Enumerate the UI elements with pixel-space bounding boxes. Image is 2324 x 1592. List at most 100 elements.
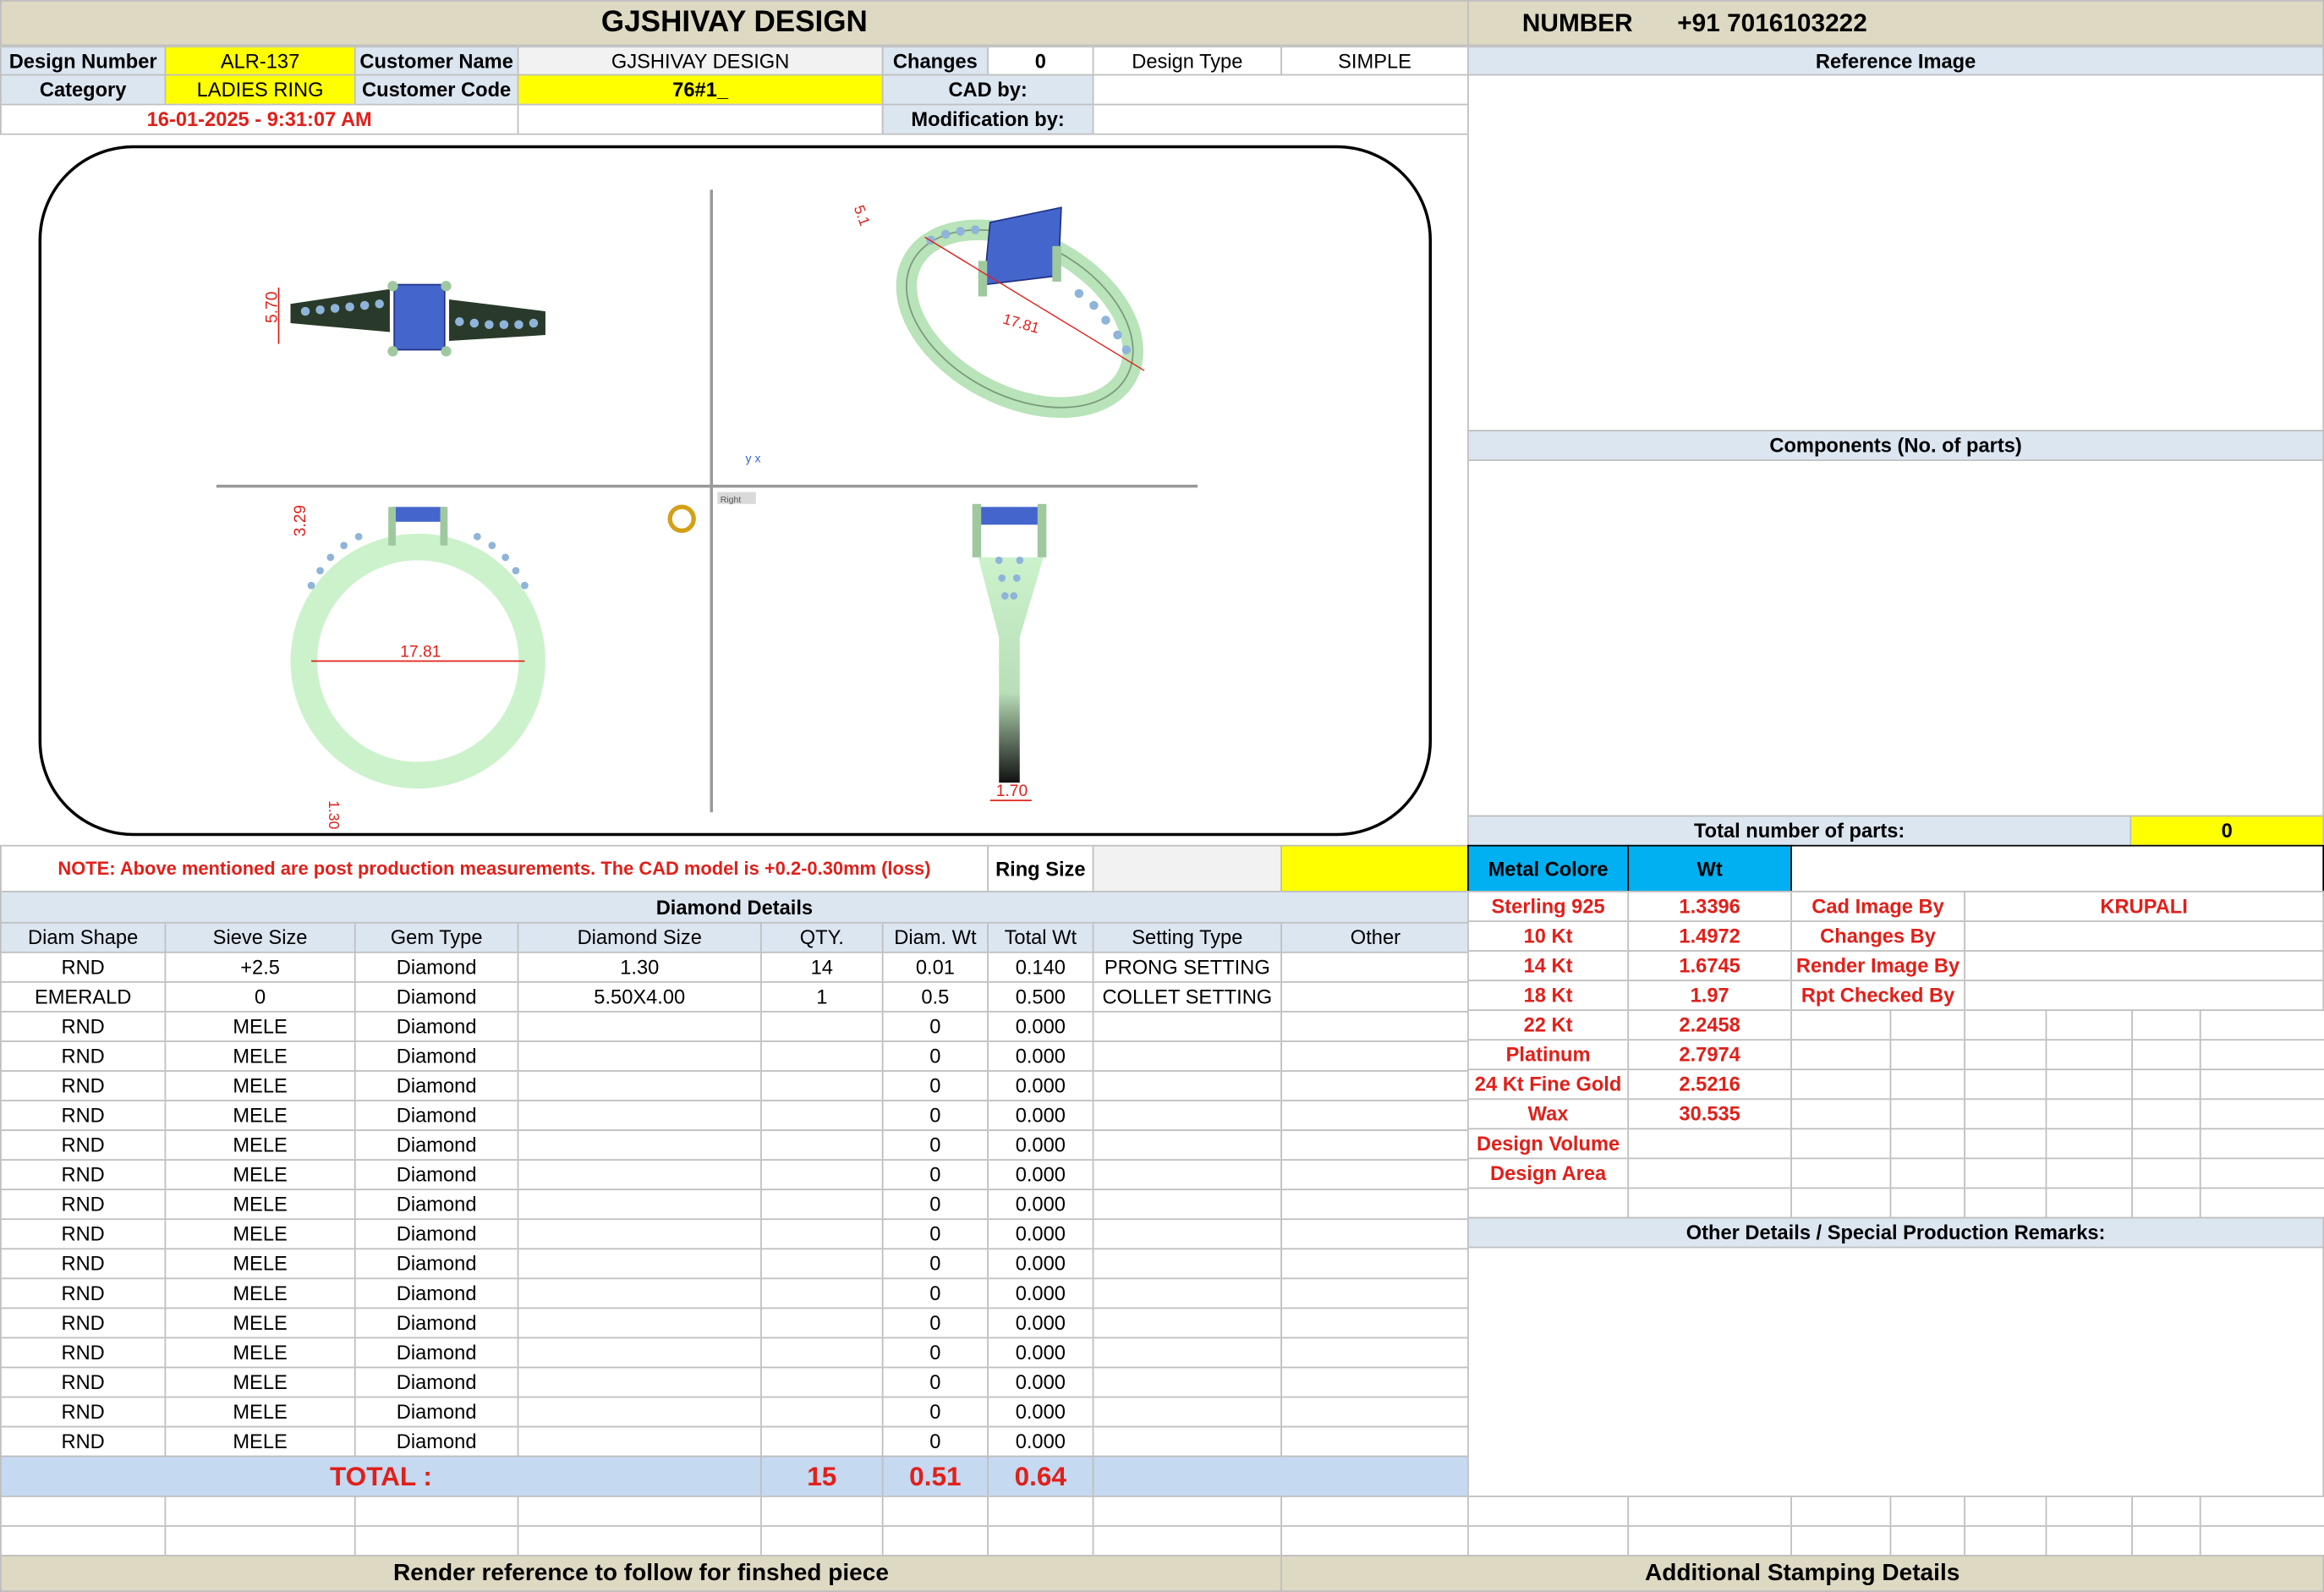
- grid-cell: [1889, 1068, 1965, 1101]
- diamond-cell: 0: [164, 981, 356, 1013]
- diamond-cell: [760, 1277, 884, 1309]
- diamond-cell: 0.000: [987, 1396, 1094, 1428]
- total-parts: 0: [2129, 815, 2324, 847]
- changes-count: 0: [987, 46, 1094, 76]
- blank-cell: [881, 1496, 989, 1527]
- diamond-cell: [517, 1337, 762, 1369]
- ring-size-highlight: [1280, 844, 1469, 892]
- blank-cell: [1280, 1525, 1471, 1556]
- diamond-cell: Diamond: [354, 1040, 519, 1072]
- diamond-cell: Diamond: [354, 1129, 519, 1161]
- category: LADIES RING: [164, 74, 356, 106]
- diamond-cell: RND: [0, 1189, 167, 1221]
- total-qty: 15: [760, 1455, 884, 1499]
- blank-cell: [0, 1496, 167, 1527]
- grid-cell: [1964, 1157, 2047, 1189]
- changes-label: Changes: [881, 46, 989, 76]
- grid-cell: [2131, 1098, 2201, 1130]
- grid-cell: [2131, 1009, 2201, 1041]
- total-parts-label: Total number of parts:: [1467, 815, 2132, 847]
- number-value: +91 7016103222: [1677, 8, 1867, 36]
- grid-cell: [1790, 1068, 1892, 1101]
- diamond-cell: [1280, 1129, 1471, 1161]
- diamond-cell: Diamond: [354, 1277, 519, 1309]
- diamond-cell: Diamond: [354, 1011, 519, 1042]
- diamond-cell: 0.000: [987, 1011, 1094, 1042]
- diamond-cell: [1280, 1159, 1471, 1191]
- blank-cell: [1627, 1496, 1792, 1527]
- diamond-cell: [517, 1366, 762, 1398]
- blank-cell: [1092, 1496, 1282, 1527]
- metal-name: 18 Kt: [1467, 980, 1630, 1012]
- diamond-cell: [760, 1100, 884, 1132]
- dim-front-band: 1.30: [326, 800, 343, 829]
- diamond-cell: MELE: [164, 1100, 356, 1132]
- stamping-footer: Additional Stamping Details: [1280, 1555, 2324, 1592]
- diamond-cell: RND: [0, 1307, 167, 1339]
- customer-name-label: Customer Name: [354, 46, 519, 76]
- diamond-cell: Diamond: [354, 1337, 519, 1369]
- diamond-cell: [760, 1189, 884, 1221]
- blank-cell: [1964, 1525, 2047, 1556]
- diamond-cell: [1280, 951, 1471, 983]
- diamond-cell: 0.000: [987, 1040, 1094, 1072]
- metal-weight: [1627, 1128, 1792, 1160]
- blank-cell: [2199, 1525, 2324, 1556]
- diamond-cell: [1092, 1100, 1282, 1132]
- diamond-cell: MELE: [164, 1011, 356, 1042]
- diamond-cell: 5.50X4.00: [517, 981, 762, 1013]
- diamond-cell: [1092, 1337, 1282, 1369]
- metal-name: Design Volume: [1467, 1128, 1630, 1160]
- date-time: 16-01-2025 - 9:31:07 AM: [0, 103, 519, 135]
- diamond-cell: 0: [881, 1040, 989, 1072]
- grid-cell: [2199, 1068, 2324, 1101]
- diamond-cell: 0: [881, 1425, 989, 1458]
- metal-name: 10 Kt: [1467, 920, 1630, 952]
- diamond-cell: RND: [0, 951, 167, 983]
- blank-cell: [2045, 1525, 2133, 1556]
- diamond-cell: 0.000: [987, 1070, 1094, 1101]
- grid-cell: [2199, 1009, 2324, 1041]
- diamond-cell: 0: [881, 1396, 989, 1428]
- diamond-cell: Diamond: [354, 1100, 519, 1132]
- diamond-cell: [1092, 1040, 1282, 1072]
- front-view: 17.81 3.29 1.30 Right: [290, 491, 756, 830]
- design-number-label: Design Number: [0, 46, 167, 76]
- diamond-cell: [517, 1396, 762, 1428]
- grid-cell: [1889, 1039, 1965, 1071]
- diamond-cell: [760, 1011, 884, 1042]
- diamond-cell: 0.000: [987, 1366, 1094, 1398]
- diamond-cell: 0.000: [987, 1159, 1094, 1191]
- other-details-header: Other Details / Special Production Remar…: [1467, 1216, 2324, 1249]
- diamond-cell: EMERALD: [0, 981, 167, 1013]
- ring-size-value: [1092, 844, 1282, 892]
- staff-label: Cad Image By: [1790, 891, 1965, 922]
- diamond-cell: MELE: [164, 1129, 356, 1161]
- diamond-cell: Diamond: [354, 1070, 519, 1101]
- diamond-cell: MELE: [164, 1070, 356, 1101]
- grid-cell: [2045, 1068, 2133, 1101]
- blank-cell: [987, 1525, 1094, 1556]
- diamond-col-header: QTY.: [760, 921, 884, 953]
- diamond-cell: Diamond: [354, 1396, 519, 1428]
- diamond-cell: [760, 1218, 884, 1250]
- staff-value: [1964, 950, 2324, 982]
- metal-header-blank: [1790, 844, 2324, 892]
- diamond-cell: Diamond: [354, 1189, 519, 1221]
- metal-weight: 1.3396: [1627, 891, 1792, 922]
- metal-name: Design Area: [1467, 1157, 1630, 1189]
- diamond-cell: [1092, 1129, 1282, 1161]
- diamond-cell: RND: [0, 1366, 167, 1398]
- blank-cell: [2131, 1525, 2201, 1556]
- reference-image-header: Reference Image: [1467, 46, 2324, 76]
- grid-cell: [2045, 1187, 2133, 1219]
- reference-image-area: [1467, 74, 2324, 431]
- diamond-cell: MELE: [164, 1159, 356, 1191]
- diamond-cell: 1.30: [517, 951, 762, 983]
- metal-blank: [1627, 1187, 1792, 1219]
- diamond-col-header: Total Wt: [987, 921, 1094, 953]
- diamond-cell: Diamond: [354, 1159, 519, 1191]
- diamond-cell: MELE: [164, 1248, 356, 1280]
- diamond-cell: [517, 1040, 762, 1072]
- diamond-cell: 0.000: [987, 1337, 1094, 1369]
